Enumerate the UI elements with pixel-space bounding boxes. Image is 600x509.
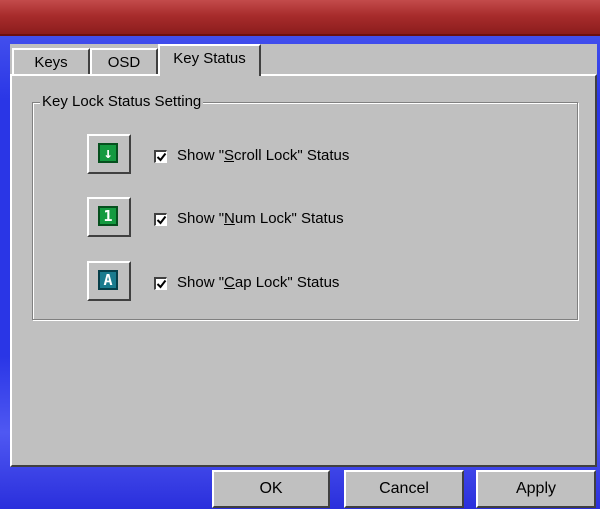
caps-lock-label[interactable]: Show "Cap Lock" Status bbox=[177, 274, 339, 291]
check-icon bbox=[156, 279, 167, 289]
group-legend: Key Lock Status Setting bbox=[40, 93, 204, 110]
apply-button[interactable]: Apply bbox=[476, 470, 596, 508]
tab-label: OSD bbox=[107, 54, 141, 71]
dialog-body: Keys OSD Key Status Key Lock Status Sett… bbox=[10, 44, 597, 467]
cancel-button[interactable]: Cancel bbox=[344, 470, 464, 508]
tab-label: Keys bbox=[34, 54, 68, 71]
tab-keys[interactable]: Keys bbox=[12, 48, 90, 74]
check-icon bbox=[156, 152, 167, 162]
caps-lock-icon: A bbox=[98, 270, 118, 290]
tab-key-status[interactable]: Key Status bbox=[158, 44, 261, 76]
num-lock-checkbox[interactable] bbox=[154, 213, 167, 226]
caps-lock-checkbox[interactable] bbox=[154, 277, 167, 290]
scroll-lock-icon: ↓ bbox=[98, 143, 118, 163]
scroll-lock-label[interactable]: Show "Scroll Lock" Status bbox=[177, 147, 349, 164]
num-lock-key-button[interactable]: 1 bbox=[87, 197, 131, 237]
check-icon bbox=[156, 215, 167, 225]
tab-label: Key Status bbox=[173, 50, 246, 67]
num-lock-label[interactable]: Show "Num Lock" Status bbox=[177, 210, 344, 227]
window-titlebar[interactable] bbox=[0, 0, 600, 36]
num-lock-icon: 1 bbox=[98, 206, 118, 226]
scroll-lock-key-button[interactable]: ↓ bbox=[87, 134, 131, 174]
caps-lock-key-button[interactable]: A bbox=[87, 261, 131, 301]
tab-osd[interactable]: OSD bbox=[90, 48, 158, 74]
ok-button[interactable]: OK bbox=[212, 470, 330, 508]
scroll-lock-checkbox[interactable] bbox=[154, 150, 167, 163]
